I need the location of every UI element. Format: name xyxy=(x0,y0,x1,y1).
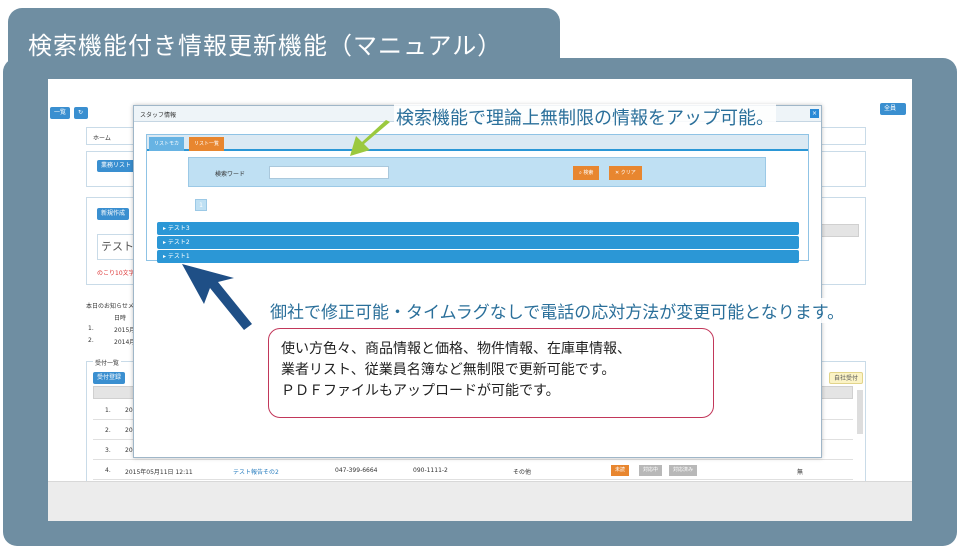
row-number: 4. xyxy=(105,467,111,474)
status-done-button[interactable]: 対応済み xyxy=(669,465,698,476)
clear-button[interactable]: ✕ クリア xyxy=(609,166,642,180)
reception-register-button[interactable]: 受付登録 xyxy=(93,372,126,384)
modal-title: スタッフ情報 xyxy=(140,112,177,119)
annotation-search: 検索機能で理論上無制限の情報をアップ可能。 xyxy=(394,104,776,130)
all-button[interactable]: 全員 xyxy=(880,103,906,115)
screen-footer xyxy=(48,481,912,521)
search-button-label: 検索 xyxy=(583,170,594,176)
refresh-icon[interactable]: ↻ xyxy=(74,107,88,119)
search-icon: ⌕ xyxy=(579,170,582,176)
row-mobile: 090-1111-2 xyxy=(413,467,448,474)
pagination-page[interactable]: 1 xyxy=(195,199,207,211)
green-arrow-icon xyxy=(350,120,390,156)
accordion-item[interactable]: ▸ テスト3 xyxy=(157,222,799,235)
close-icon[interactable]: × xyxy=(810,109,819,118)
blue-arrow-icon xyxy=(182,264,252,330)
search-button[interactable]: ⌕ 検索 xyxy=(573,166,600,180)
status-unread-button[interactable]: 未読 xyxy=(611,465,630,476)
accordion-item-label: テスト2 xyxy=(167,239,190,246)
callout-line: 使い方色々、商品情報と価格、物件情報、在庫車情報、 xyxy=(281,341,631,357)
news-row-num: 2. xyxy=(88,337,94,344)
accordion-item[interactable]: ▸ テスト2 xyxy=(157,236,799,249)
row-number: 2. xyxy=(105,427,111,434)
tab-list-edit[interactable]: リストモカ xyxy=(149,137,185,151)
search-input[interactable] xyxy=(269,166,389,179)
reception-list-label: 受付一覧 xyxy=(93,358,122,367)
clear-button-label: クリア xyxy=(620,170,636,176)
row-type: その他 xyxy=(513,469,532,476)
tab-bar: リストモカ リスト一覧 xyxy=(147,135,808,151)
remaining-chars: のこり10文字 xyxy=(97,270,135,277)
row-subject-link[interactable]: テスト報告その2 xyxy=(233,467,279,476)
row-date: 2015年05月11日 12:11 xyxy=(125,469,193,476)
callout-line: 業者リスト、従業員名簿など無制限で更新可能です。 xyxy=(281,362,616,378)
tab-list-view[interactable]: リスト一覧 xyxy=(189,137,225,151)
table-row[interactable]: 4. 2015年05月11日 12:11 テスト報告その2 047-399-66… xyxy=(93,460,853,480)
new-button[interactable]: 新規作成 xyxy=(97,208,130,220)
breadcrumb-home[interactable]: ホーム xyxy=(93,133,111,142)
search-bar: 検索ワード ⌕ 検索 ✕ クリア xyxy=(188,157,766,187)
row-flag: 無 xyxy=(797,469,804,476)
list-panel: リストモカ リスト一覧 検索ワード ⌕ 検索 ✕ クリア 1 ▸ テスト3 ▸ … xyxy=(146,134,809,263)
page-title: 検索機能付き情報更新機能（マニュアル） xyxy=(28,32,503,60)
usage-callout: 使い方色々、商品情報と価格、物件情報、在庫車情報、 業者リスト、従業員名簿など無… xyxy=(268,328,714,418)
row-number: 1. xyxy=(105,407,111,414)
row-phone: 047-399-6664 xyxy=(335,467,378,474)
self-reception-badge[interactable]: 自社受付 xyxy=(829,372,864,384)
row-date: 20 xyxy=(125,407,133,414)
list-button[interactable]: 一覧 xyxy=(50,107,71,119)
accordion-item-label: テスト3 xyxy=(167,225,190,232)
news-date-header: 日時 xyxy=(114,315,127,322)
news-row-num: 1. xyxy=(88,325,94,332)
accordion-item-label: テスト1 xyxy=(167,253,190,260)
row-date: 20 xyxy=(125,447,133,454)
table-scrollbar[interactable] xyxy=(857,390,863,434)
row-date: 20 xyxy=(125,427,133,434)
task-list-button[interactable]: 業務リスト xyxy=(97,160,136,172)
clear-icon: ✕ xyxy=(615,170,620,176)
callout-line: ＰＤＦファイルもアップロードが可能です。 xyxy=(281,383,560,399)
search-label: 検索ワード xyxy=(215,171,246,178)
row-number: 3. xyxy=(105,447,111,454)
status-in-progress-button[interactable]: 対応中 xyxy=(639,465,663,476)
annotation-edit: 御社で修正可能・タイムラグなしで電話の応対方法が変更可能となります。 xyxy=(268,298,847,323)
